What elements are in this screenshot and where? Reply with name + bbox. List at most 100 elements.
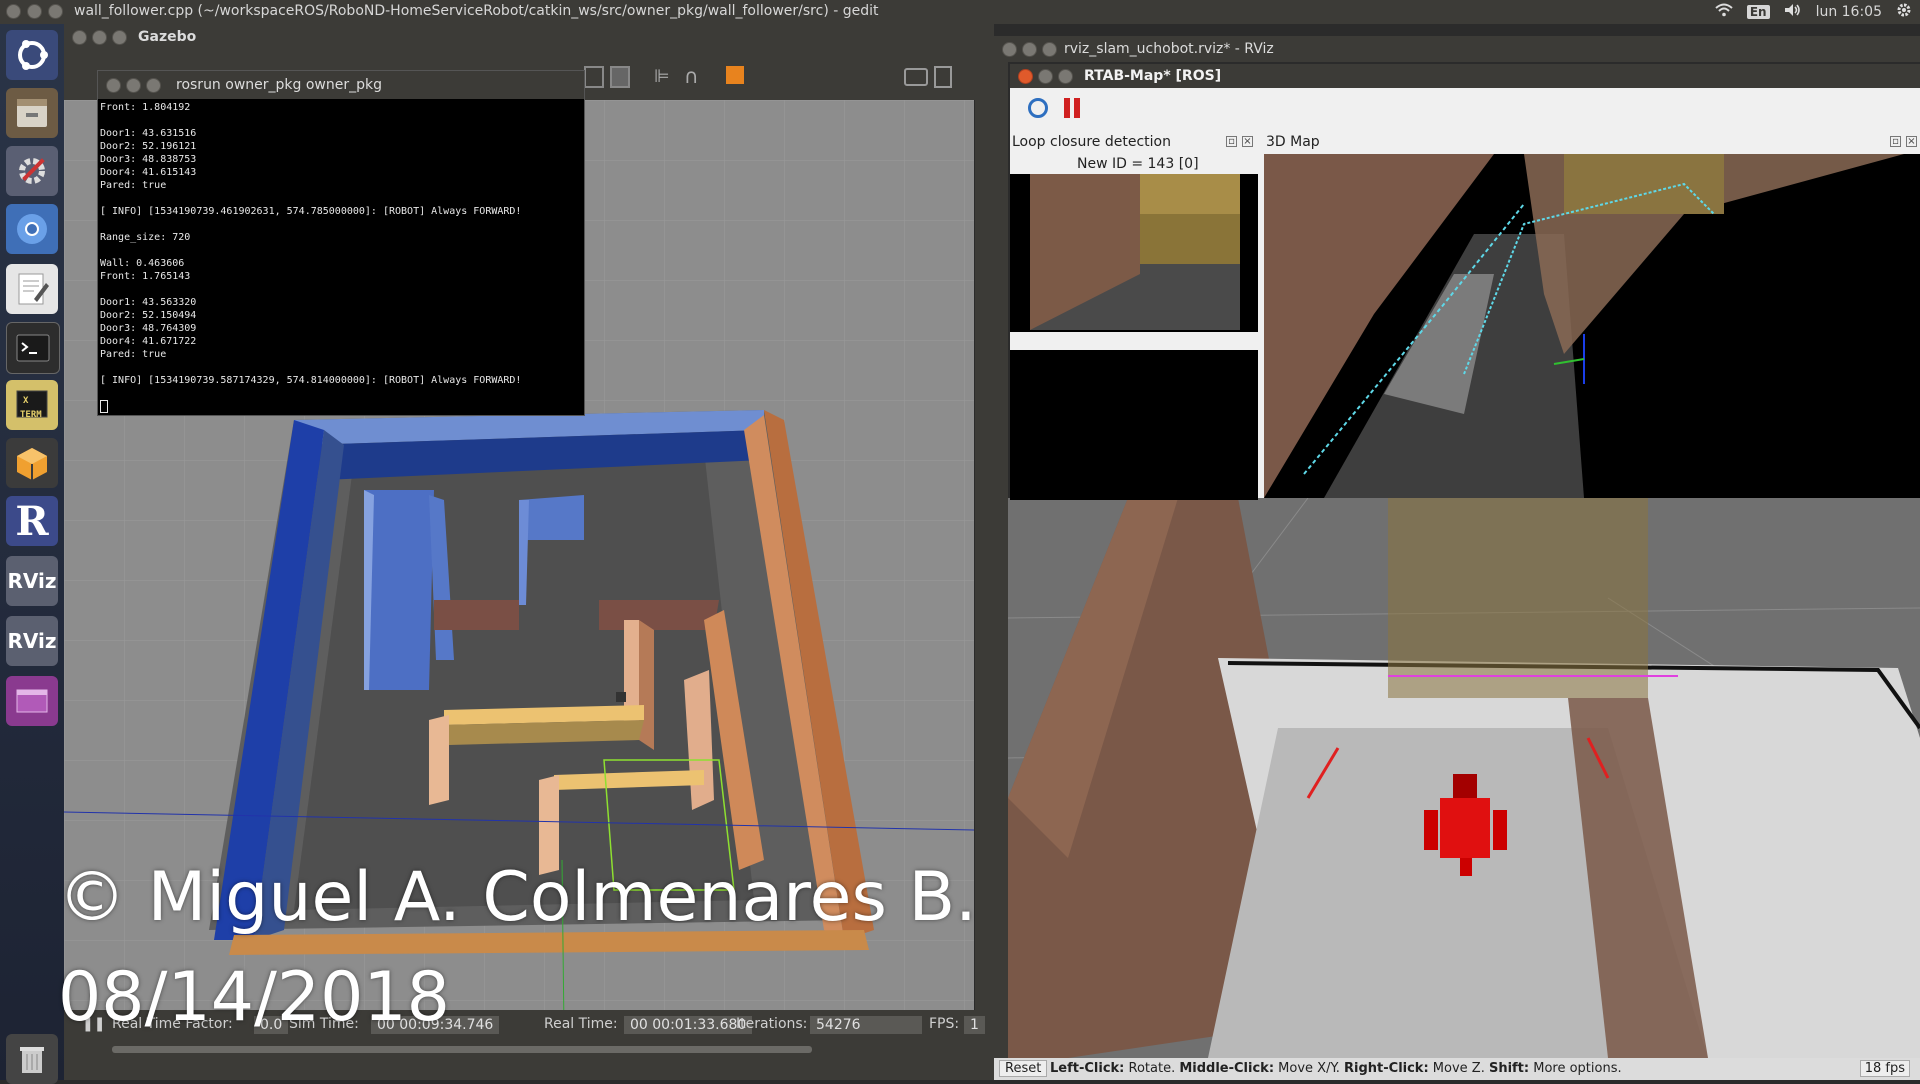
terminal-line: Door3: 48.838753 xyxy=(100,154,197,165)
rtabmap-titlebar: RTAB-Map* [ROS] xyxy=(1010,64,1920,88)
rtabmap-title: RTAB-Map* [ROS] xyxy=(1084,68,1222,84)
system-settings-icon[interactable] xyxy=(6,146,58,196)
hint-left-action: Rotate. xyxy=(1124,1061,1180,1076)
terminal-line: Door2: 52.196121 xyxy=(100,141,197,152)
terminal-line: Front: 1.804192 xyxy=(100,102,191,113)
system-tray: En lun 16:05 xyxy=(1715,2,1912,22)
rviz-left-dock-handle[interactable] xyxy=(994,62,1008,1062)
gazebo-side-panel-handle[interactable] xyxy=(975,100,994,1010)
pause-icon[interactable] xyxy=(1064,98,1084,118)
hint-left-key: Left-Click: xyxy=(1050,1061,1125,1076)
gazebo-window-controls[interactable] xyxy=(72,30,127,45)
minimize-icon[interactable] xyxy=(92,30,107,45)
rqt-icon[interactable]: R xyxy=(6,496,58,546)
close-icon[interactable] xyxy=(1002,42,1017,57)
horizontal-scrollbar[interactable] xyxy=(112,1046,812,1053)
maximize-icon[interactable] xyxy=(112,30,127,45)
rviz-statusbar: Reset Left-Click: Rotate. Middle-Click: … xyxy=(994,1058,1920,1080)
close-panel-icon[interactable]: × xyxy=(1242,136,1253,147)
rviz-icon-2[interactable]: RViz xyxy=(6,616,58,666)
screenshot-icon[interactable] xyxy=(904,68,928,86)
real-time-value: 00 00:01:33.680 xyxy=(624,1016,753,1034)
minimize-icon[interactable] xyxy=(27,4,42,19)
terminal-line: Door3: 48.764309 xyxy=(100,323,197,334)
hint-middle-key: Middle-Click: xyxy=(1179,1061,1275,1076)
rviz-title: rviz_slam_uchobot.rviz* - RViz xyxy=(1064,41,1274,57)
terminal-output[interactable]: Front: 1.804192 Door1: 43.631516 Door2: 5… xyxy=(98,99,584,416)
keyboard-layout-indicator[interactable]: En xyxy=(1746,5,1770,19)
hint-middle-action: Move X/Y. xyxy=(1274,1061,1345,1076)
undock-icon[interactable]: ▫ xyxy=(1890,136,1901,147)
rviz-icon-1[interactable]: RViz xyxy=(6,556,58,606)
minimize-icon[interactable] xyxy=(1038,69,1053,84)
new-id-label: New ID = 143 [0] xyxy=(1077,156,1199,172)
settings-gear-icon[interactable] xyxy=(1896,2,1912,22)
terminal-line: [ INFO] [1534190739.461902631, 574.78500… xyxy=(100,206,522,217)
align-icon[interactable]: ⊫ xyxy=(654,66,670,87)
loop-closure-label: Loop closure detection xyxy=(1012,134,1171,150)
workspace-switcher-icon[interactable] xyxy=(6,676,58,726)
loop-closure-panel: Loop closure detection ▫ × New ID = 143 … xyxy=(1010,132,1260,500)
fps-value: 1 xyxy=(964,1016,985,1034)
terminal-window-controls[interactable] xyxy=(106,78,161,93)
fps-indicator: 18 fps xyxy=(1859,1060,1910,1077)
terminal-line: Door2: 52.150494 xyxy=(100,310,197,321)
clock[interactable]: lun 16:05 xyxy=(1816,4,1882,20)
terminal-window[interactable]: rosrun owner_pkg owner_pkg Front: 1.8041… xyxy=(97,70,585,416)
text-editor-icon[interactable] xyxy=(6,264,58,314)
files-icon[interactable] xyxy=(6,88,58,138)
chromium-icon[interactable] xyxy=(6,204,58,254)
terminal-icon[interactable] xyxy=(6,322,60,374)
copy-icon[interactable] xyxy=(584,66,604,88)
terminal-cursor xyxy=(100,400,108,413)
minimize-icon[interactable] xyxy=(1022,42,1037,57)
refresh-icon[interactable] xyxy=(1028,98,1048,118)
close-panel-icon[interactable]: × xyxy=(1906,136,1917,147)
log-icon[interactable] xyxy=(934,66,952,88)
snap-icon[interactable]: ∩ xyxy=(684,64,699,88)
undock-icon[interactable]: ▫ xyxy=(1226,136,1237,147)
volume-icon[interactable] xyxy=(1784,3,1802,21)
maximize-icon[interactable] xyxy=(48,4,63,19)
terminal-line: [ INFO] [1534190739.587174329, 574.81400… xyxy=(100,375,522,386)
change-view-icon[interactable] xyxy=(726,66,744,84)
maximize-icon[interactable] xyxy=(146,78,161,93)
minimize-icon[interactable] xyxy=(126,78,141,93)
3d-map-panel: 3D Map ▫ × xyxy=(1262,132,1920,500)
gazebo-titlebar: Gazebo xyxy=(64,24,994,50)
terminal-line: Pared: true xyxy=(100,180,167,191)
svg-text:X: X xyxy=(23,396,29,406)
close-icon[interactable] xyxy=(72,30,87,45)
wifi-icon[interactable] xyxy=(1715,3,1733,21)
rviz-titlebar: rviz_slam_uchobot.rviz* - RViz xyxy=(994,36,1920,62)
rviz-window-controls[interactable] xyxy=(1002,42,1057,57)
close-icon[interactable] xyxy=(6,4,21,19)
close-icon[interactable] xyxy=(1018,69,1033,84)
real-time-label: Real Time: xyxy=(544,1016,618,1032)
paste-icon[interactable] xyxy=(610,66,630,88)
xterm-icon[interactable]: X TERM xyxy=(6,380,58,430)
3d-map-view[interactable] xyxy=(1264,154,1920,498)
close-icon[interactable] xyxy=(106,78,121,93)
maximize-icon[interactable] xyxy=(1042,42,1057,57)
terminal-line: Front: 1.765143 xyxy=(100,271,191,282)
trash-icon[interactable] xyxy=(6,1034,58,1084)
terminal-line: Pared: true xyxy=(100,349,167,360)
ubuntu-dash-icon[interactable] xyxy=(6,30,58,80)
top-panel: wall_follower.cpp (~/workspaceROS/RoboND… xyxy=(0,0,1920,24)
hint-shift-action: More options. xyxy=(1529,1061,1622,1076)
gazebo-icon[interactable] xyxy=(6,438,58,488)
terminal-line: Wall: 0.463606 xyxy=(100,258,185,269)
terminal-line: Range_size: 720 xyxy=(100,232,191,243)
window-controls[interactable] xyxy=(6,4,63,19)
rviz-3d-view[interactable] xyxy=(1008,498,1920,1058)
watermark-date: 08/14/2018 xyxy=(58,958,450,1037)
maximize-icon[interactable] xyxy=(1058,69,1073,84)
unity-launcher: X TERM R RViz RViz xyxy=(0,24,64,1084)
reset-button[interactable]: Reset xyxy=(999,1060,1048,1077)
rtabmap-window-controls[interactable] xyxy=(1018,69,1073,84)
mouse-hint: Left-Click: Rotate. Middle-Click: Move X… xyxy=(1050,1061,1622,1076)
